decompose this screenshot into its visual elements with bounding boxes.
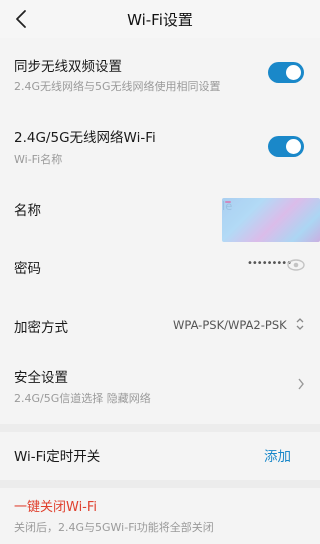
toggle-knob	[286, 139, 301, 154]
password-label: 密码	[14, 261, 41, 277]
shutdown-wifi-button[interactable]: 一键关闭Wi-Fi	[14, 496, 97, 515]
sync-label: 同步无线双频设置	[14, 59, 122, 75]
toggle-knob	[286, 65, 301, 80]
security-row[interactable]: 安全设置 2.4G/5G信道选择 隐藏网络	[0, 360, 320, 412]
encryption-label: 加密方式	[14, 320, 68, 336]
timer-label: Wi-Fi定时开关	[14, 449, 101, 465]
security-label: 安全设置	[14, 370, 68, 386]
shutdown-row: 一键关闭Wi-Fi 关闭后，2.4G与5GWi-Fi功能将全部关闭	[0, 490, 320, 540]
timer-row: Wi-Fi定时开关 添加	[0, 436, 320, 472]
redacted-mask	[222, 198, 320, 242]
sync-sub: 2.4G无线网络与5G无线网络使用相同设置	[14, 80, 221, 93]
sync-row: 同步无线双频设置 2.4G无线网络与5G无线网络使用相同设置	[0, 40, 320, 100]
header-bar: Wi-Fi设置	[0, 0, 320, 38]
encryption-value: WPA-PSK/WPA2-PSK	[173, 318, 287, 332]
updown-chevron-icon	[296, 318, 304, 330]
name-label: 名称	[14, 203, 41, 219]
chevron-right-icon	[298, 378, 304, 390]
security-sub: 2.4G/5G信道选择 隐藏网络	[14, 392, 151, 405]
wifi-toggle[interactable]	[268, 136, 304, 157]
encryption-row[interactable]: 加密方式 WPA-PSK/WPA2-PSK	[0, 308, 320, 344]
section-divider	[0, 424, 320, 432]
eye-icon[interactable]	[287, 259, 305, 271]
password-row[interactable]: 密码 •••••••••	[0, 248, 320, 284]
wifi-sub: Wi-Fi名称	[14, 153, 63, 166]
wifi-label: 2.4G/5G无线网络Wi-Fi	[14, 130, 156, 146]
page-title: Wi-Fi设置	[127, 11, 193, 29]
password-value: •••••••••	[247, 258, 292, 269]
shutdown-sub: 关闭后，2.4G与5GWi-Fi功能将全部关闭	[14, 521, 214, 534]
sync-toggle[interactable]	[268, 62, 304, 83]
wifi-row: 2.4G/5G无线网络Wi-Fi Wi-Fi名称	[0, 116, 320, 176]
add-timer-button[interactable]: 添加	[264, 445, 291, 465]
section-divider	[0, 480, 320, 488]
